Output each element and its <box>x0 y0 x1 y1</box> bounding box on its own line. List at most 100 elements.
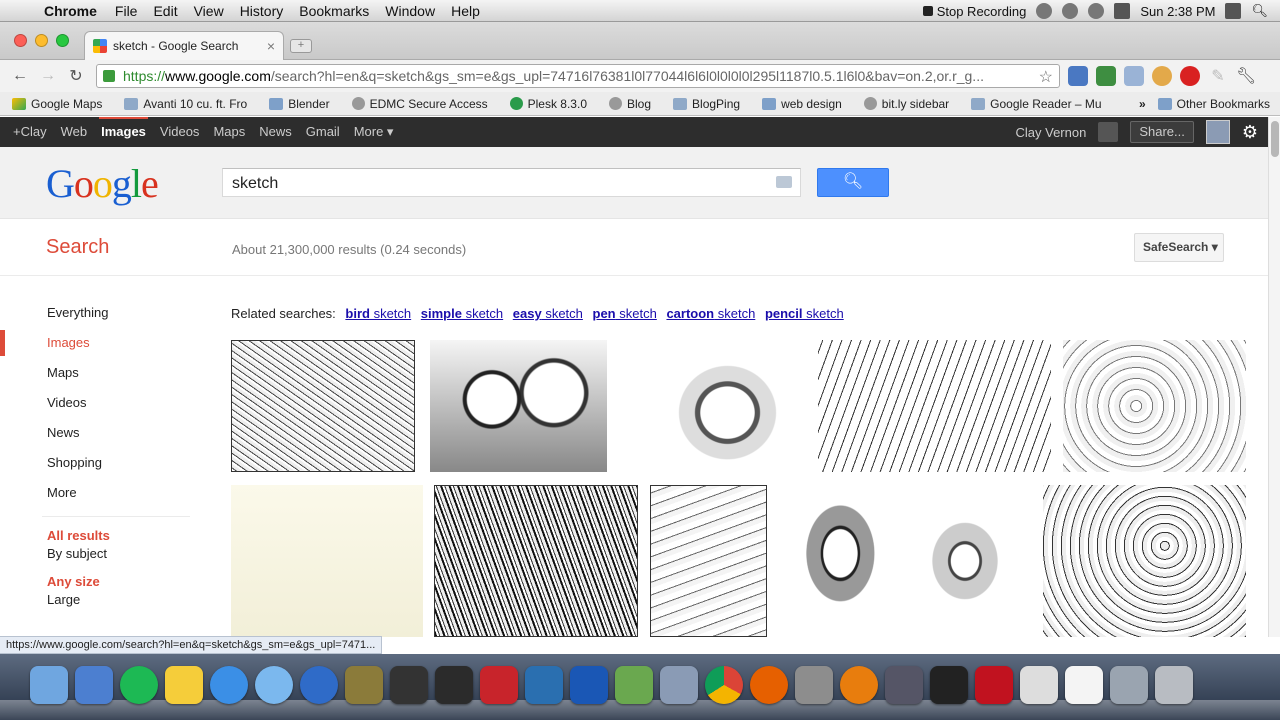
quicktime-player-icon[interactable] <box>300 666 338 704</box>
final-cut-icon[interactable] <box>390 666 428 704</box>
filter-all-results[interactable]: All results <box>0 527 200 545</box>
motion-icon[interactable] <box>435 666 473 704</box>
close-window-button[interactable] <box>14 34 27 47</box>
nav-videos[interactable]: Videos <box>0 390 200 420</box>
itunes-icon[interactable] <box>210 666 248 704</box>
menubar-clock[interactable]: Sun 2:38 PM <box>1140 4 1215 19</box>
page-scrollbar[interactable] <box>1268 117 1280 637</box>
filter-any-size[interactable]: Any size <box>0 573 200 591</box>
wordpress-icon[interactable] <box>525 666 563 704</box>
tab-google-search[interactable]: sketch - Google Search × <box>84 31 284 60</box>
bookmark-blogping[interactable]: BlogPing <box>661 97 750 111</box>
related-link-pencil[interactable]: pencil sketch <box>765 306 844 321</box>
flash-icon[interactable] <box>975 666 1013 704</box>
avatar[interactable] <box>1205 120 1230 144</box>
gbar-more[interactable]: More ▾ <box>347 117 401 147</box>
bookmark-web-design[interactable]: web design <box>750 97 852 111</box>
settings-tray-icon[interactable] <box>1062 3 1079 19</box>
adblock-extension-icon[interactable] <box>1180 66 1200 86</box>
gbar-videos[interactable]: Videos <box>153 117 207 147</box>
image-result-character-drawings[interactable] <box>231 485 423 637</box>
blender-icon[interactable] <box>840 666 878 704</box>
close-tab-icon[interactable]: × <box>267 38 275 54</box>
image-result-anime-collage[interactable] <box>650 485 767 637</box>
bookmark-google-reader[interactable]: Google Reader – Mu <box>959 97 1111 111</box>
cookie-extension-icon[interactable] <box>1152 66 1172 86</box>
bookmark-blender[interactable]: Blender <box>257 97 339 111</box>
nav-news[interactable]: News <box>0 420 200 450</box>
filter-by-subject[interactable]: By subject <box>0 545 200 563</box>
cinema-app-icon[interactable] <box>885 666 923 704</box>
menu-help[interactable]: Help <box>443 3 488 19</box>
app-store-icon[interactable] <box>75 666 113 704</box>
gbar-images[interactable]: Images <box>94 117 153 147</box>
trash-icon[interactable] <box>1155 666 1193 704</box>
firefox-icon[interactable] <box>750 666 788 704</box>
related-link-simple[interactable]: simple sketch <box>421 306 503 321</box>
gbar-maps[interactable]: Maps <box>206 117 252 147</box>
gbar-user-name[interactable]: Clay Vernon <box>1016 125 1087 140</box>
pen-extension-icon[interactable]: ✎ <box>1208 66 1228 86</box>
gear-icon[interactable]: ⚙ <box>1242 122 1258 143</box>
download-extension-icon[interactable] <box>1068 66 1088 86</box>
image-result-fantasy-collage[interactable] <box>231 340 415 472</box>
camera-icon[interactable] <box>776 176 792 188</box>
disk-icon[interactable] <box>1110 666 1148 704</box>
image-result-cheetah[interactable] <box>1043 485 1246 637</box>
nav-everything[interactable]: Everything <box>0 300 200 330</box>
related-link-bird[interactable]: bird sketch <box>345 306 411 321</box>
spotify-icon[interactable] <box>120 666 158 704</box>
bookmark-edmc[interactable]: EDMC Secure Access <box>340 97 498 111</box>
filezilla-icon[interactable] <box>480 666 518 704</box>
gbar-gmail[interactable]: Gmail <box>299 117 347 147</box>
display-icon[interactable] <box>1225 3 1242 19</box>
menu-view[interactable]: View <box>186 3 232 19</box>
new-tab-button[interactable]: + <box>290 39 312 53</box>
paper-plane-icon[interactable] <box>615 666 653 704</box>
bookmark-plesk[interactable]: Plesk 8.3.0 <box>498 97 597 111</box>
weather-extension-icon[interactable] <box>1124 66 1144 86</box>
bookmark-star-icon[interactable]: ☆ <box>1034 67 1053 87</box>
share-button[interactable]: Share... <box>1130 121 1194 143</box>
app-menu[interactable]: Chrome <box>38 3 107 19</box>
filter-large[interactable]: Large <box>0 591 200 609</box>
wrench-menu-icon[interactable]: 🔧︎ <box>1236 66 1256 86</box>
calendar-icon[interactable] <box>1114 3 1131 19</box>
image-result-graffiti[interactable] <box>818 340 1051 472</box>
related-link-cartoon[interactable]: cartoon sketch <box>666 306 755 321</box>
back-arrow-icon[interactable]: ← <box>6 67 34 85</box>
image-result-lion[interactable] <box>781 485 889 637</box>
notifications-icon[interactable] <box>1098 122 1119 142</box>
logic-icon[interactable] <box>930 666 968 704</box>
keychain-icon[interactable] <box>345 666 383 704</box>
chrome-icon[interactable] <box>705 666 743 704</box>
project-document-icon[interactable] <box>1020 666 1058 704</box>
image-result-doodle-faces[interactable] <box>1063 340 1246 472</box>
menu-history[interactable]: History <box>232 3 292 19</box>
gbar-plus-profile[interactable]: +Clay <box>0 117 54 147</box>
zoom-window-button[interactable] <box>56 34 69 47</box>
menu-window[interactable]: Window <box>377 3 443 19</box>
bookmark-google-maps[interactable]: Google Maps <box>0 97 112 111</box>
safesearch-dropdown[interactable]: SafeSearch ▾ <box>1134 233 1224 262</box>
menu-bookmarks[interactable]: Bookmarks <box>291 3 377 19</box>
image-result-wolf[interactable] <box>652 340 803 472</box>
system-preferences-icon[interactable] <box>795 666 833 704</box>
search-button[interactable]: 🔍︎ <box>817 168 889 197</box>
bird-app-icon[interactable] <box>570 666 608 704</box>
other-bookmarks-folder[interactable]: Other Bookmarks <box>1152 97 1280 111</box>
network-icon[interactable] <box>1036 3 1053 19</box>
image-result-ink-trees[interactable] <box>434 485 638 637</box>
minimize-window-button[interactable] <box>35 34 48 47</box>
menu-file[interactable]: File <box>107 3 146 19</box>
time-machine-icon[interactable] <box>1088 3 1105 19</box>
nav-images[interactable]: Images <box>0 330 200 360</box>
reload-icon[interactable]: ↻ <box>62 66 90 86</box>
bookmark-bitly[interactable]: bit.ly sidebar <box>852 97 959 111</box>
related-link-pen[interactable]: pen sketch <box>593 306 657 321</box>
mail-stamp-icon[interactable] <box>660 666 698 704</box>
translate-extension-icon[interactable] <box>1096 66 1116 86</box>
cyberduck-icon[interactable] <box>165 666 203 704</box>
image-result-dragon[interactable] <box>900 485 1030 637</box>
google-logo[interactable]: Google <box>46 160 159 207</box>
